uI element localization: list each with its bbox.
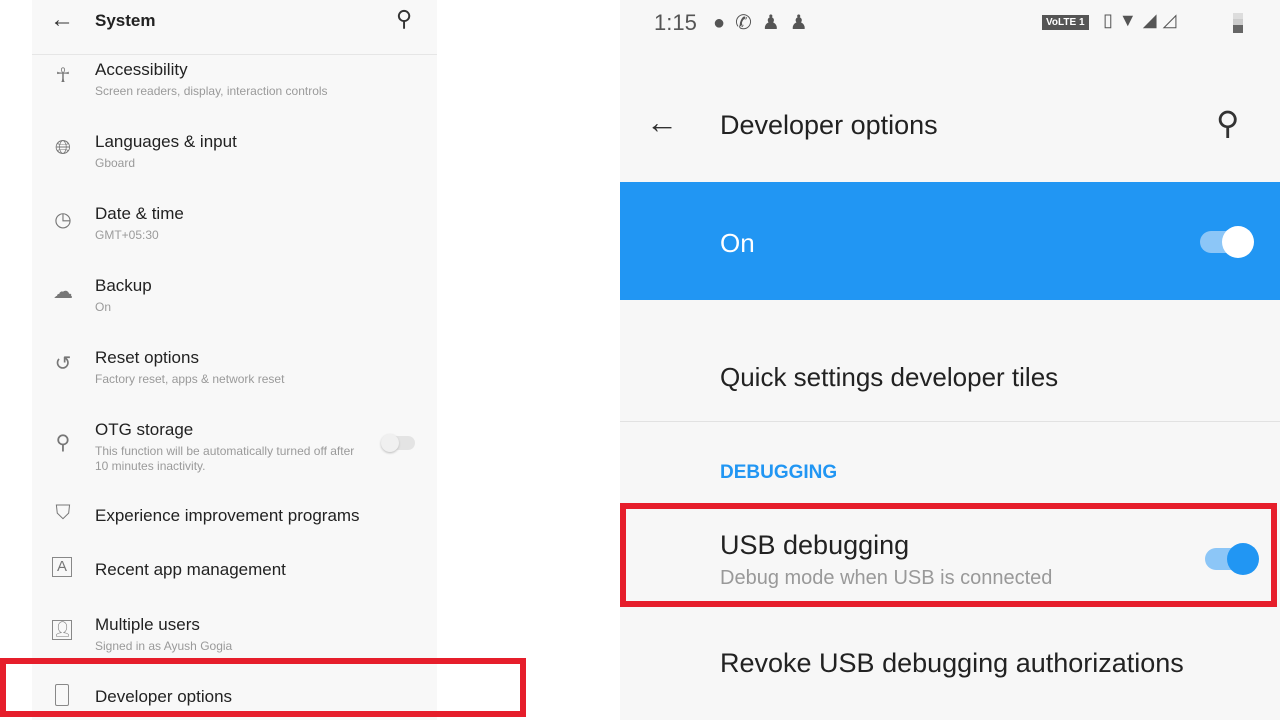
history-icon: ↺ — [54, 353, 72, 375]
item-subtitle: Gboard — [95, 156, 136, 170]
item-title: Reset options — [95, 348, 199, 367]
list-item-reset[interactable]: Reset options Factory reset, apps & netwo… — [95, 348, 284, 387]
recent-apps-icon: A — [52, 557, 72, 577]
toggle-thumb — [381, 434, 399, 452]
back-icon[interactable]: ← — [50, 6, 74, 34]
item-title: Multiple users — [95, 615, 200, 634]
master-toggle[interactable] — [1200, 226, 1254, 258]
item-subtitle: GMT+05:30 — [95, 228, 159, 242]
item-title: Backup — [95, 276, 152, 295]
list-item-backup[interactable]: Backup On — [95, 276, 152, 315]
item-title: Accessibility — [95, 60, 188, 79]
item-subtitle: Signed in as Ayush Gogia — [95, 639, 233, 653]
search-icon[interactable]: ⚲ — [396, 6, 412, 32]
list-item-accessibility[interactable]: Accessibility Screen readers, display, in… — [95, 60, 328, 99]
accessibility-icon: ☥ — [55, 65, 71, 87]
status-time: 1:15 — [654, 10, 697, 35]
revoke-usb-item[interactable]: Revoke USB debugging authorizations — [720, 648, 1184, 679]
item-title: OTG storage — [95, 420, 194, 439]
divider — [620, 421, 1280, 422]
item-subtitle: On — [95, 300, 112, 314]
section-header-debugging: DEBUGGING — [720, 462, 838, 483]
cloud-icon: ☁︎ — [53, 281, 73, 303]
master-label: On — [720, 228, 755, 258]
clock-icon: ◷ — [54, 209, 72, 231]
usb-icon: ⚲ — [55, 432, 71, 454]
search-icon[interactable]: ⚲ — [1216, 104, 1239, 142]
volte-icon: VoLTE 1 — [1042, 15, 1089, 30]
item-subtitle: Screen readers, display, interaction con… — [95, 84, 328, 98]
list-item-multiple-users[interactable]: Multiple users Signed in as Ayush Gogia — [95, 615, 232, 654]
otg-toggle[interactable] — [381, 434, 415, 452]
item-title: Experience improvement programs — [95, 506, 360, 525]
list-item-experience[interactable]: Experience improvement programs — [95, 506, 360, 526]
back-icon[interactable]: ← — [646, 104, 678, 141]
page-title: System — [95, 11, 156, 30]
list-item-date-time[interactable]: Date & time GMT+05:30 — [95, 204, 184, 243]
item-title: Date & time — [95, 204, 184, 223]
list-item-languages[interactable]: Languages & input Gboard — [95, 132, 237, 171]
divider — [32, 54, 437, 55]
user-icon: 👤︎ — [52, 620, 73, 640]
highlight-box — [0, 658, 526, 717]
page-title: Developer options — [720, 110, 938, 140]
shield-icon: ⛉ — [55, 502, 71, 524]
item-subtitle: This function will be automatically turn… — [95, 444, 355, 473]
item-title: Recent app management — [95, 560, 286, 579]
status-icons: ▯▼◢◿ — [1103, 10, 1183, 30]
master-switch-bar[interactable] — [620, 182, 1280, 300]
item-title: Languages & input — [95, 132, 237, 151]
developer-options-panel — [620, 0, 1280, 720]
notification-icons: ●✆♟♟ — [713, 12, 818, 34]
quick-settings-tiles-item[interactable]: Quick settings developer tiles — [720, 362, 1058, 393]
globe-icon: 🌐︎ — [55, 137, 71, 159]
list-item-otg[interactable]: OTG storage This function will be automat… — [95, 420, 365, 474]
battery-icon — [1233, 13, 1243, 33]
highlight-box — [620, 503, 1277, 607]
list-item-recent-apps[interactable]: Recent app management — [95, 560, 286, 580]
item-subtitle: Factory reset, apps & network reset — [95, 372, 285, 386]
toggle-thumb — [1222, 226, 1254, 258]
